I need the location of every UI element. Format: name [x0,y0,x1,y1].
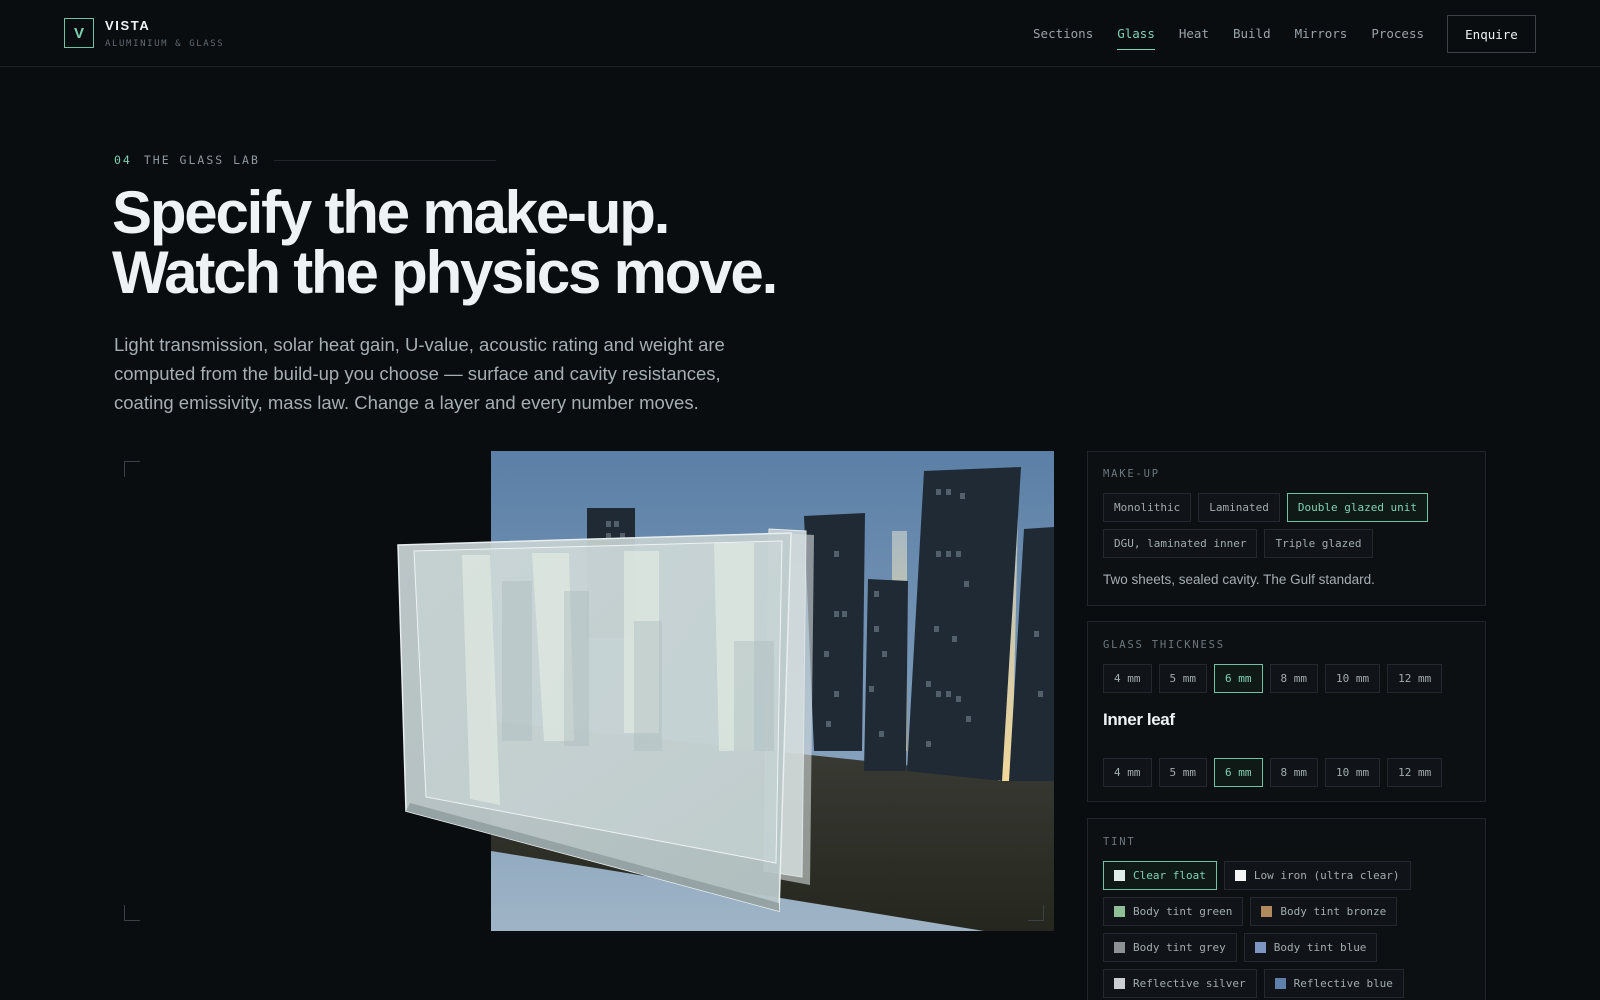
glass-visual[interactable] [114,451,1054,931]
inner-leaf-heading: Inner leaf [1103,710,1175,729]
tint-option-clear-float[interactable]: Clear float [1103,861,1217,890]
headline-line-2: Watch the physics move. [112,239,778,306]
nav-link-glass[interactable]: Glass [1117,26,1155,53]
nav-link-build[interactable]: Build [1233,26,1271,53]
inner-thickness-8mm[interactable]: 8 mm [1269,758,1318,787]
glass-scene [397,451,1054,931]
makeup-option-dgu[interactable]: Double glazed unit [1286,493,1429,522]
tint-option-reflective-silver[interactable]: Reflective silver [1103,969,1257,998]
section-number: 04 [114,153,132,167]
headline-line-1: Specify the make-up. [112,179,670,246]
outer-thickness-12mm[interactable]: 12 mm [1387,664,1443,693]
tint-option-blue[interactable]: Body tint blue [1243,933,1378,962]
makeup-option-laminated[interactable]: Laminated [1198,493,1280,522]
frame-corner-tl [124,461,140,477]
inner-thickness-12mm[interactable]: 12 mm [1387,758,1443,787]
makeup-label: MAKE-UP [1103,468,1160,480]
outer-thickness-10mm[interactable]: 10 mm [1325,664,1381,693]
inner-thickness-6mm[interactable]: 6 mm [1214,758,1263,787]
tint-option-label: Body tint blue [1273,941,1367,954]
swatch-icon [1274,978,1286,989]
swatch-icon [1234,870,1246,881]
nav-link-sections[interactable]: Sections [1033,26,1093,53]
enquire-button[interactable]: Enquire [1447,15,1536,53]
thickness-panel: GLASS THICKNESS 4 mm 5 mm 6 mm 8 mm 10 m… [1087,621,1486,802]
tint-option-label: Reflective blue [1293,977,1393,990]
outer-thickness-4mm[interactable]: 4 mm [1103,664,1152,693]
tint-option-green[interactable]: Body tint green [1103,897,1244,926]
tint-option-low-iron[interactable]: Low iron (ultra clear) [1223,861,1411,890]
makeup-option-dgu-laminated[interactable]: DGU, laminated inner [1103,529,1258,558]
tint-option-reflective-blue[interactable]: Reflective blue [1263,969,1404,998]
tint-options: Clear float Low iron (ultra clear) Body … [1103,861,1413,998]
swatch-icon [1261,906,1273,917]
inner-thickness-10mm[interactable]: 10 mm [1325,758,1381,787]
frame-corner-bl [124,905,140,921]
nav-link-mirrors[interactable]: Mirrors [1295,26,1348,53]
section-eyebrow: 04 THE GLASS LAB [114,153,496,167]
outer-thickness-options: 4 mm 5 mm 6 mm 8 mm 10 mm 12 mm [1103,664,1443,693]
swatch-icon [1114,870,1125,881]
tint-option-label: Body tint bronze [1280,905,1387,918]
logo-mark[interactable]: V [64,18,94,48]
makeup-panel: MAKE-UP Monolithic Laminated Double glaz… [1087,451,1486,606]
nav-link-heat[interactable]: Heat [1179,26,1209,53]
swatch-icon [1254,942,1266,953]
top-nav: V VISTA ALUMINIUM & GLASS Sections Glass… [0,0,1600,67]
tint-option-label: Reflective silver [1133,977,1246,990]
outer-thickness-6mm[interactable]: 6 mm [1214,664,1263,693]
thickness-label: GLASS THICKNESS [1103,639,1225,651]
page-headline: Specify the make-up. Watch the physics m… [112,179,778,306]
nav-link-process[interactable]: Process [1371,26,1424,53]
tint-option-label: Body tint grey [1133,941,1226,954]
brand-tagline: ALUMINIUM & GLASS [105,39,225,49]
tint-option-bronze[interactable]: Body tint bronze [1250,897,1398,926]
inner-thickness-5mm[interactable]: 5 mm [1158,758,1207,787]
eyebrow-rule [273,159,496,161]
brand-name[interactable]: VISTA [105,18,150,33]
swatch-icon [1114,942,1125,953]
inner-thickness-4mm[interactable]: 4 mm [1103,758,1152,787]
inner-thickness-options: 4 mm 5 mm 6 mm 8 mm 10 mm 12 mm [1103,758,1443,787]
makeup-option-monolithic[interactable]: Monolithic [1103,493,1192,522]
tint-option-grey[interactable]: Body tint grey [1103,933,1237,962]
section-title: THE GLASS LAB [143,153,260,167]
tint-option-label: Low iron (ultra clear) [1253,869,1400,882]
makeup-description: Two sheets, sealed cavity. The Gulf stan… [1103,572,1375,587]
makeup-option-triple[interactable]: Triple glazed [1264,529,1373,558]
tint-panel: TINT Clear float Low iron (ultra clear) … [1087,818,1486,1000]
frame-corner-br [1028,905,1044,921]
makeup-options: Monolithic Laminated Double glazed unit … [1103,493,1471,558]
swatch-icon [1114,978,1125,989]
tint-label: TINT [1103,836,1136,848]
hero-lede: Light transmission, solar heat gain, U-v… [114,334,725,413]
tint-option-label: Clear float [1133,869,1206,882]
nav-links: Sections Glass Heat Build Mirrors Proces… [1033,26,1424,53]
tint-option-label: Body tint green [1133,905,1233,918]
outer-thickness-8mm[interactable]: 8 mm [1269,664,1318,693]
swatch-icon [1114,906,1125,917]
outer-thickness-5mm[interactable]: 5 mm [1158,664,1207,693]
